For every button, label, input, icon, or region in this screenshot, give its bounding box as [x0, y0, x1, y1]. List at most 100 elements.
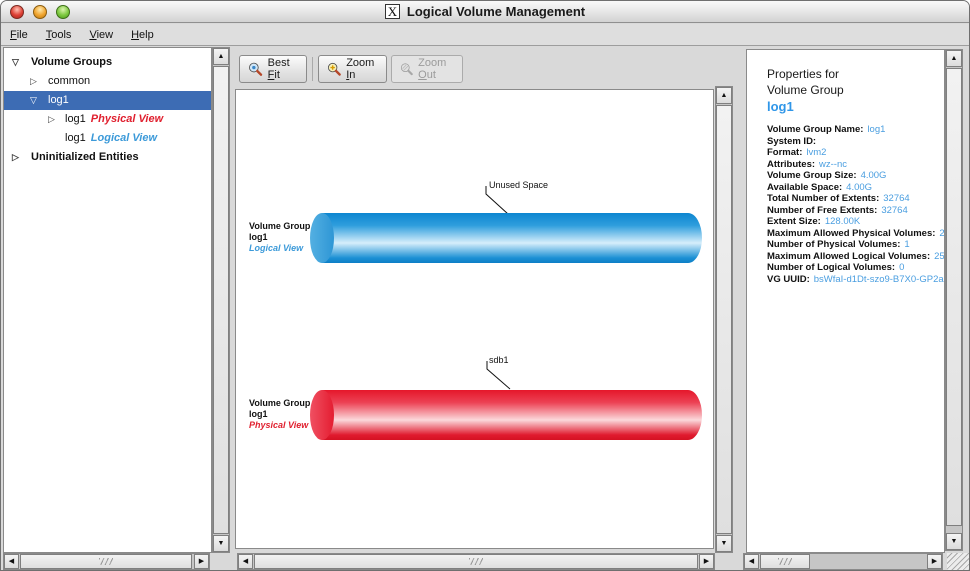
property-label: Number of Free Extents:: [767, 205, 877, 216]
tree-item-log1-logical-view[interactable]: log1Logical View: [4, 129, 211, 148]
property-row: Number of Logical Volumes: 0: [767, 262, 944, 274]
scroll-left-icon[interactable]: ◀: [238, 554, 253, 569]
property-label: System ID:: [767, 136, 816, 147]
scroll-up-icon[interactable]: ▲: [946, 50, 962, 67]
property-label: Maximum Allowed Physical Volumes:: [767, 228, 935, 239]
tree-item-uninitialized-entities[interactable]: ▷ Uninitialized Entities: [4, 148, 211, 167]
properties-vertical-scrollbar[interactable]: ▲ ▼: [945, 49, 963, 551]
property-label: Extent Size:: [767, 216, 821, 227]
scrollbar-thumb[interactable]: [20, 554, 192, 569]
property-row: Volume Group Name:log1: [767, 124, 944, 136]
scroll-left-icon[interactable]: ◀: [4, 554, 19, 569]
tree-vertical-scrollbar[interactable]: ▲ ▼: [212, 47, 230, 553]
property-label: Total Number of Extents:: [767, 193, 879, 204]
property-label: Format:: [767, 147, 802, 158]
scroll-down-icon[interactable]: ▼: [946, 533, 962, 550]
scrollbar-thumb[interactable]: [254, 554, 698, 569]
property-row: Number of Physical Volumes: 1: [767, 239, 944, 251]
tree-horizontal-scrollbar[interactable]: ◀ ▶: [3, 553, 210, 570]
minimize-button[interactable]: [33, 5, 47, 19]
property-value: 0: [899, 262, 904, 273]
properties-horizontal-scrollbar[interactable]: ◀ ▶: [743, 553, 943, 570]
property-row: Total Number of Extents:32764: [767, 193, 944, 205]
tree-item-log1[interactable]: ▽ log1: [4, 91, 211, 110]
property-value: 1: [904, 239, 909, 250]
window-title: Logical Volume Management: [407, 4, 585, 19]
scroll-right-icon[interactable]: ▶: [927, 554, 942, 569]
volume-tree: ▽ Volume Groups ▷ common ▽ log1 ▷ log1Ph…: [3, 47, 212, 553]
tree-item-common[interactable]: ▷ common: [4, 72, 211, 91]
menu-file[interactable]: File: [10, 29, 28, 41]
property-value: 4.00G: [861, 170, 887, 181]
scroll-right-icon[interactable]: ▶: [699, 554, 714, 569]
scrollbar-thumb[interactable]: [716, 105, 732, 534]
scrollbar-thumb[interactable]: [946, 68, 962, 526]
tree-item-label: Volume Groups: [31, 53, 112, 72]
expander-down-icon[interactable]: ▽: [12, 53, 19, 72]
menu-view[interactable]: View: [89, 29, 113, 41]
group-label-line: Volume Group: [249, 398, 310, 409]
property-label: Available Space:: [767, 182, 842, 193]
scroll-up-icon[interactable]: ▲: [213, 48, 229, 65]
property-value: 128.00K: [825, 216, 860, 227]
expander-right-icon[interactable]: ▷: [30, 72, 37, 91]
expander-right-icon[interactable]: ▷: [12, 148, 19, 167]
best-fit-button[interactable]: Best Fit: [239, 55, 307, 83]
property-value: 256: [934, 251, 945, 262]
property-row: Number of Free Extents:32764: [767, 205, 944, 217]
close-button[interactable]: [10, 5, 24, 19]
zoom-out-label: Zoom Out: [418, 57, 454, 81]
physical-volume-cylinder[interactable]: [310, 390, 702, 440]
annotation-line: [483, 361, 515, 393]
zoom-window-button[interactable]: [56, 5, 70, 19]
scrollbar-thumb[interactable]: [213, 66, 229, 534]
property-label: Maximum Allowed Logical Volumes:: [767, 251, 930, 262]
property-row: System ID:: [767, 136, 944, 148]
property-label: Volume Group Name:: [767, 124, 863, 135]
property-label: Attributes:: [767, 159, 815, 170]
menu-bar: File Tools View Help: [1, 24, 969, 46]
property-row: Extent Size: 128.00K: [767, 216, 944, 228]
property-label: Number of Physical Volumes:: [767, 239, 900, 250]
menu-tools[interactable]: Tools: [46, 29, 72, 41]
tree-item-label: common: [48, 72, 90, 91]
property-label: Volume Group Size:: [767, 170, 857, 181]
menu-help[interactable]: Help: [131, 29, 154, 41]
app-window: X Logical Volume Management File Tools V…: [0, 0, 970, 571]
zoom-in-icon: [327, 60, 341, 78]
scroll-down-icon[interactable]: ▼: [716, 535, 732, 552]
canvas-vertical-scrollbar[interactable]: ▲ ▼: [715, 86, 733, 553]
physical-view-label: Volume Group log1 Physical View: [249, 398, 310, 431]
title-bar[interactable]: X Logical Volume Management: [1, 1, 969, 23]
volume-canvas: Volume Group log1 Logical View Unused Sp…: [235, 89, 714, 549]
scrollbar-thumb[interactable]: [760, 554, 810, 569]
properties-header-line2: Volume Group: [767, 82, 944, 98]
property-row: Attributes: wz--nc: [767, 159, 944, 171]
window-resize-grip[interactable]: [947, 553, 969, 570]
property-row: Maximum Allowed Physical Volumes:256: [767, 228, 944, 240]
properties-panel: Properties for Volume Group log1 Volume …: [746, 49, 945, 553]
group-label-name: log1: [249, 232, 310, 243]
canvas-horizontal-scrollbar[interactable]: ◀ ▶: [237, 553, 715, 570]
tree-item-log1-physical-view[interactable]: ▷ log1Physical View: [4, 110, 211, 129]
property-label: Number of Logical Volumes:: [767, 262, 895, 273]
property-value: wz--nc: [819, 159, 847, 170]
properties-list: Volume Group Name:log1 System ID: Format…: [767, 124, 944, 285]
expander-right-icon[interactable]: ▷: [48, 110, 55, 129]
tree-item-label: Uninitialized Entities: [31, 148, 139, 167]
properties-header-line1: Properties for: [767, 66, 944, 82]
scroll-down-icon[interactable]: ▼: [213, 535, 229, 552]
logical-volume-cylinder[interactable]: [310, 213, 702, 263]
tree-item-label: log1: [65, 132, 86, 144]
zoom-in-button[interactable]: Zoom In: [318, 55, 387, 83]
expander-down-icon[interactable]: ▽: [30, 91, 37, 110]
group-label-line: Volume Group: [249, 221, 310, 232]
scroll-right-icon[interactable]: ▶: [194, 554, 209, 569]
scroll-left-icon[interactable]: ◀: [744, 554, 759, 569]
properties-subject: log1: [767, 98, 944, 115]
property-row: Format:lvm2: [767, 147, 944, 159]
zoom-out-button[interactable]: Zoom Out: [391, 55, 463, 83]
zoom-out-icon: [400, 60, 413, 78]
tree-item-volume-groups[interactable]: ▽ Volume Groups: [4, 53, 211, 72]
scroll-up-icon[interactable]: ▲: [716, 87, 732, 104]
